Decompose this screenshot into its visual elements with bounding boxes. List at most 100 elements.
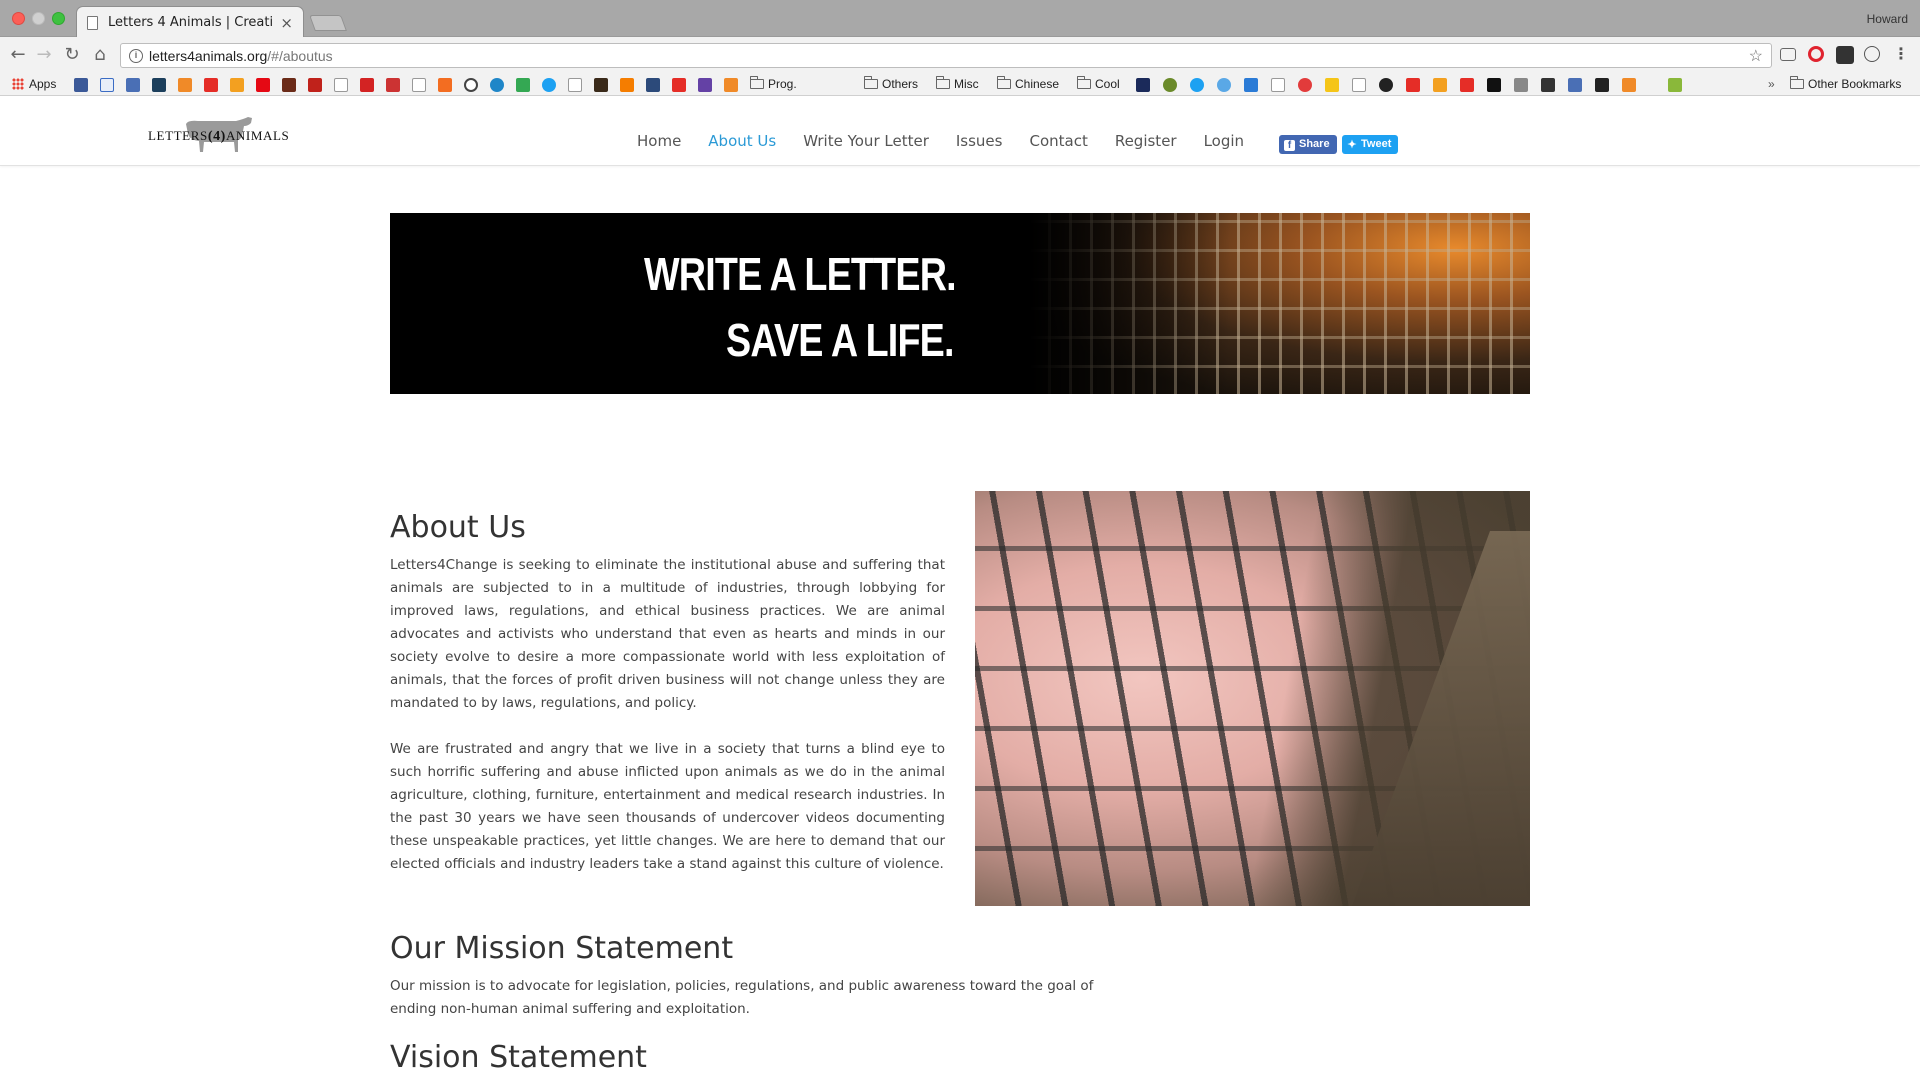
youtube-bookmark-icon[interactable] <box>1406 78 1420 92</box>
page-bookmark-icon[interactable] <box>568 78 582 92</box>
bookmark-icon[interactable] <box>282 78 296 92</box>
extension-info-icon[interactable] <box>1864 46 1880 62</box>
bookmark-icon[interactable] <box>438 78 452 92</box>
bookmark-icon[interactable] <box>1568 78 1582 92</box>
bookmark-star-icon[interactable]: ☆ <box>1749 46 1763 66</box>
twitch-bookmark-icon[interactable] <box>698 78 712 92</box>
bookmark-icon[interactable] <box>360 78 374 92</box>
banner-line-1: WRITE A LETTER. <box>644 248 957 300</box>
twitter-bookmark-icon[interactable] <box>542 78 556 92</box>
pigs-in-crates-photo <box>975 491 1530 906</box>
menu-dots-icon[interactable]: ⋮ <box>1892 46 1910 64</box>
bookmark-icon[interactable] <box>490 78 504 92</box>
close-window-button[interactable] <box>12 12 25 25</box>
facebook-share-button[interactable]: f Share <box>1279 135 1337 154</box>
bookmark-folder-chinese[interactable]: Chinese <box>997 76 1059 92</box>
browser-tab-active[interactable]: Letters 4 Animals | Creating a × <box>76 6 304 38</box>
nav-login[interactable]: Login <box>1204 132 1244 150</box>
bookmark-icon[interactable] <box>724 78 738 92</box>
info-icon[interactable]: i <box>129 48 143 63</box>
bookmark-folder-cool[interactable]: Cool <box>1077 76 1120 92</box>
mission-paragraph: Our mission is to advocate for legislati… <box>390 978 1094 1017</box>
bookmark-icon[interactable] <box>1136 78 1150 92</box>
bookmark-apps[interactable]: Apps <box>12 77 56 92</box>
youtube-bookmark-icon[interactable] <box>672 78 686 92</box>
bookmark-icon[interactable] <box>100 78 114 92</box>
imdb-bookmark-icon[interactable] <box>1325 78 1339 92</box>
bookmark-icon[interactable] <box>1622 78 1636 92</box>
hero-banner: WRITE A LETTER. SAVE A LIFE. <box>390 213 1530 394</box>
bookmark-icon[interactable] <box>646 78 660 92</box>
nav-issues[interactable]: Issues <box>956 132 1003 150</box>
page-bookmark-icon[interactable] <box>412 78 426 92</box>
star-bookmark-icon[interactable] <box>1379 78 1393 92</box>
twitter-bookmark-icon[interactable] <box>1190 78 1204 92</box>
folder-icon <box>864 76 878 89</box>
folder-icon <box>936 76 950 89</box>
mail-bookmark-icon[interactable] <box>126 78 140 92</box>
bookmark-folder-misc[interactable]: Misc <box>936 76 979 92</box>
tab-title: Letters 4 Animals | Creating a <box>108 15 274 30</box>
bookmark-folder-others[interactable]: Others <box>864 76 918 92</box>
cast-icon[interactable] <box>1780 48 1796 61</box>
bookmark-icon[interactable] <box>230 78 244 92</box>
bookmark-icon[interactable] <box>308 78 322 92</box>
about-paragraph-1: Letters4Change is seeking to eliminate t… <box>390 557 945 711</box>
bookmark-icon[interactable] <box>152 78 166 92</box>
reload-icon[interactable]: ↻ <box>62 45 82 65</box>
opera-icon[interactable] <box>1808 46 1824 62</box>
page-bookmark-icon[interactable] <box>1271 78 1285 92</box>
new-tab-button[interactable] <box>309 15 347 31</box>
bookmark-folder-other[interactable]: Other Bookmarks <box>1790 76 1901 92</box>
site-logo[interactable]: LETTERS(4)ANIMALS <box>148 114 289 156</box>
bookmark-icon[interactable] <box>386 78 400 92</box>
bookmark-icon[interactable] <box>1487 78 1501 92</box>
page-icon <box>87 15 98 30</box>
youtube-bookmark-icon[interactable] <box>204 78 218 92</box>
folder-icon <box>1077 76 1091 89</box>
bookmarks-overflow-icon[interactable]: » <box>1768 77 1775 92</box>
nav-home[interactable]: Home <box>637 132 681 150</box>
address-bar[interactable]: i letters4animals.org/#/aboutus ☆ <box>120 43 1772 68</box>
bookmark-icon[interactable] <box>1541 78 1555 92</box>
bookmark-icon[interactable] <box>1668 78 1682 92</box>
nav-register[interactable]: Register <box>1115 132 1177 150</box>
home-icon[interactable]: ⌂ <box>90 45 110 65</box>
url-host: letters4animals.org <box>149 47 268 64</box>
blogger-bookmark-icon[interactable] <box>620 78 634 92</box>
gauge-bookmark-icon[interactable] <box>464 78 478 92</box>
browser-titlebar: Letters 4 Animals | Creating a × Howard <box>0 0 1920 38</box>
bookmark-icon[interactable] <box>178 78 192 92</box>
facebook-bookmark-icon[interactable] <box>74 78 88 92</box>
extension-icon[interactable] <box>1836 46 1854 64</box>
bookmark-icon[interactable] <box>1244 78 1258 92</box>
maximize-window-button[interactable] <box>52 12 65 25</box>
folder-icon <box>750 76 764 89</box>
bookmark-icon[interactable] <box>1433 78 1447 92</box>
bookmark-icon[interactable] <box>1595 78 1609 92</box>
bookmark-icon[interactable] <box>594 78 608 92</box>
youtube-bookmark-icon[interactable] <box>1460 78 1474 92</box>
bookmark-icon[interactable] <box>1514 78 1528 92</box>
forward-arrow-icon[interactable]: → <box>34 45 54 65</box>
bookmarks-bar: Apps Prog. Others Misc Chinese Cool » Ot… <box>0 73 1920 96</box>
vision-heading: Vision Statement <box>390 1040 647 1075</box>
page-bookmark-icon[interactable] <box>334 78 348 92</box>
nav-contact[interactable]: Contact <box>1029 132 1087 150</box>
close-tab-icon[interactable]: × <box>280 14 293 32</box>
twitter-tweet-button[interactable]: ✦ Tweet <box>1342 135 1399 154</box>
bookmark-icon[interactable] <box>1217 78 1231 92</box>
drive-bookmark-icon[interactable] <box>516 78 530 92</box>
nav-about-us[interactable]: About Us <box>708 132 776 150</box>
back-arrow-icon[interactable]: ← <box>8 45 28 65</box>
bookmark-icon[interactable] <box>1298 78 1312 92</box>
profile-name[interactable]: Howard <box>1867 12 1908 26</box>
page-bookmark-icon[interactable] <box>1352 78 1366 92</box>
nav-write-your-letter[interactable]: Write Your Letter <box>803 132 929 150</box>
bookmark-icon[interactable] <box>1163 78 1177 92</box>
site-header: LETTERS(4)ANIMALS Home About Us Write Yo… <box>0 96 1920 166</box>
bookmark-folder-prog[interactable]: Prog. <box>750 76 797 92</box>
netflix-bookmark-icon[interactable] <box>256 78 270 92</box>
about-us-heading: About Us <box>390 510 526 545</box>
minimize-window-button[interactable] <box>32 12 45 25</box>
